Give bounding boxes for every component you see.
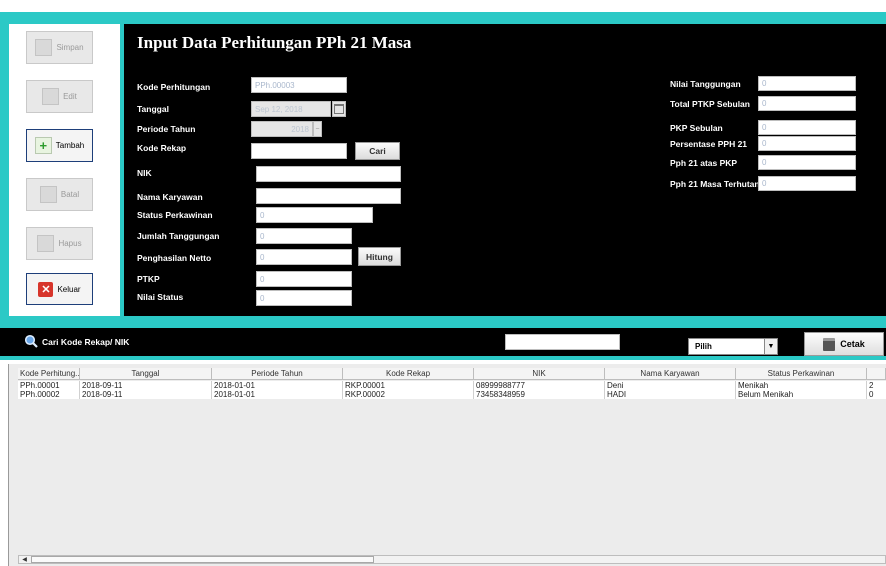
cancel-icon xyxy=(39,186,57,203)
ptkp-label: PTKP xyxy=(137,274,160,284)
kode-rekap-field[interactable] xyxy=(251,143,347,159)
column-header-extra[interactable] xyxy=(867,368,886,380)
persentase-field[interactable]: 0 xyxy=(758,136,856,151)
table-cell: 2 xyxy=(869,381,874,390)
nik-label: NIK xyxy=(137,168,152,178)
periode-tahun-label: Periode Tahun xyxy=(137,124,196,134)
tanggal-label: Tanggal xyxy=(137,104,169,114)
save-button[interactable]: Simpan xyxy=(26,31,93,64)
cancel-button[interactable]: Batal xyxy=(26,178,93,211)
table-cell: HADI xyxy=(605,390,736,399)
nilai-status-field[interactable]: 0 xyxy=(256,290,352,306)
jumlah-tanggungan-label: Jumlah Tanggungan xyxy=(137,231,220,241)
kode-perhitungan-field[interactable]: PPh.00003 xyxy=(251,77,347,93)
column-header-status-perkawinan[interactable]: Status Perkawinan xyxy=(736,368,867,380)
plus-icon: + xyxy=(34,137,52,154)
search-input[interactable] xyxy=(505,334,620,350)
table-cell: RKP.00002 xyxy=(343,390,474,399)
table-cell: 08999988777 xyxy=(474,381,605,390)
print-button-label: Cetak xyxy=(840,339,865,349)
scrollbar-thumb[interactable] xyxy=(31,556,374,563)
ptkp-field[interactable]: 0 xyxy=(256,271,352,287)
pph-masa-field[interactable]: 0 xyxy=(758,176,856,191)
calendar-icon[interactable] xyxy=(332,101,346,117)
column-header-nama-karyawan[interactable]: Nama Karyawan xyxy=(605,368,736,380)
column-header-kode-rekap[interactable]: Kode Rekap xyxy=(343,368,474,380)
delete-button[interactable]: Hapus xyxy=(26,227,93,260)
table-cell: 0 xyxy=(869,390,874,399)
search-icon xyxy=(24,334,38,348)
jumlah-tanggungan-field[interactable]: 0 xyxy=(256,228,352,244)
trash-icon xyxy=(37,235,55,252)
edit-icon xyxy=(42,88,60,105)
edit-button[interactable]: Edit xyxy=(26,80,93,113)
table-cell: 2018-09-11 xyxy=(80,390,212,399)
table-cell: Menikah xyxy=(736,381,867,390)
chevron-down-icon[interactable]: ▼ xyxy=(764,339,777,354)
total-ptkp-field[interactable]: 0 xyxy=(758,96,856,111)
nik-field[interactable] xyxy=(256,166,401,182)
table-cell: 2018-09-11 xyxy=(80,381,212,390)
table-cell: PPh.00002 xyxy=(18,390,80,399)
printer-icon xyxy=(823,337,836,351)
add-button[interactable]: + Tambah xyxy=(26,129,93,162)
kode-perhitungan-label: Kode Perhitungan xyxy=(137,82,211,92)
table-cell: 2018-01-01 xyxy=(212,381,343,390)
column-header-kode-perhitungan[interactable]: Kode Perhitung... xyxy=(18,368,80,380)
edit-button-label: Edit xyxy=(63,92,77,101)
column-header-nik[interactable]: NIK xyxy=(474,368,605,380)
persentase-label: Persentase PPH 21 xyxy=(670,139,748,149)
save-icon xyxy=(35,39,53,56)
search-label: Cari Kode Rekap/ NIK xyxy=(42,337,130,347)
page-title: Input Data Perhitungan PPh 21 Masa xyxy=(137,33,412,52)
exit-button[interactable]: ✕ Keluar xyxy=(26,273,93,305)
pph-pkp-label: Pph 21 atas PKP xyxy=(670,158,738,168)
penghasilan-netto-label: Penghasilan Netto xyxy=(137,253,212,263)
tanggal-field[interactable]: Sep 12, 2018 xyxy=(251,101,331,117)
pph-masa-label: Pph 21 Masa Terhutang xyxy=(670,179,765,189)
column-header-periode-tahun[interactable]: Periode Tahun xyxy=(212,368,343,380)
column-header-tanggal[interactable]: Tanggal xyxy=(80,368,212,380)
nama-karyawan-field[interactable] xyxy=(256,188,401,204)
status-perkawinan-label: Status Perkawinan xyxy=(137,210,213,220)
nama-karyawan-label: Nama Karyawan xyxy=(137,192,203,202)
table-cell: Belum Menikah xyxy=(736,390,867,399)
table-cell: Deni xyxy=(605,381,736,390)
main-panel xyxy=(124,24,886,316)
exit-button-label: Keluar xyxy=(57,284,81,294)
total-ptkp-label: Total PTKP Sebulan xyxy=(670,99,750,109)
save-button-label: Simpan xyxy=(56,43,84,52)
hitung-button[interactable]: Hitung xyxy=(358,247,401,266)
scroll-left-icon[interactable]: ◀ xyxy=(19,556,30,563)
pkp-sebulan-label: PKP Sebulan xyxy=(670,123,723,133)
close-icon: ✕ xyxy=(38,281,54,297)
table-cell: RKP.00001 xyxy=(343,381,474,390)
penghasilan-netto-field[interactable]: 0 xyxy=(256,249,352,265)
nilai-status-label: Nilai Status xyxy=(137,292,184,302)
table-cell: 2018-01-01 xyxy=(212,390,343,399)
pph-pkp-field[interactable]: 0 xyxy=(758,155,856,170)
cancel-button-label: Batal xyxy=(60,190,80,199)
kode-rekap-label: Kode Rekap xyxy=(137,143,187,153)
delete-button-label: Hapus xyxy=(58,239,82,248)
periode-tahun-field[interactable]: 2018 xyxy=(251,121,313,137)
print-button[interactable]: Cetak xyxy=(804,332,884,356)
table-cell: PPh.00001 xyxy=(18,381,80,390)
pkp-sebulan-field[interactable]: 0 xyxy=(758,120,856,135)
add-button-label: Tambah xyxy=(55,141,85,150)
status-perkawinan-field[interactable]: 0 xyxy=(256,207,373,223)
table-cell: 73458348959 xyxy=(474,390,605,399)
nilai-tanggungan-field[interactable]: 0 xyxy=(758,76,856,91)
year-spinner-icon[interactable]: – xyxy=(313,121,322,137)
cari-button[interactable]: Cari xyxy=(355,142,400,160)
nilai-tanggungan-label: Nilai Tanggungan xyxy=(670,79,741,89)
